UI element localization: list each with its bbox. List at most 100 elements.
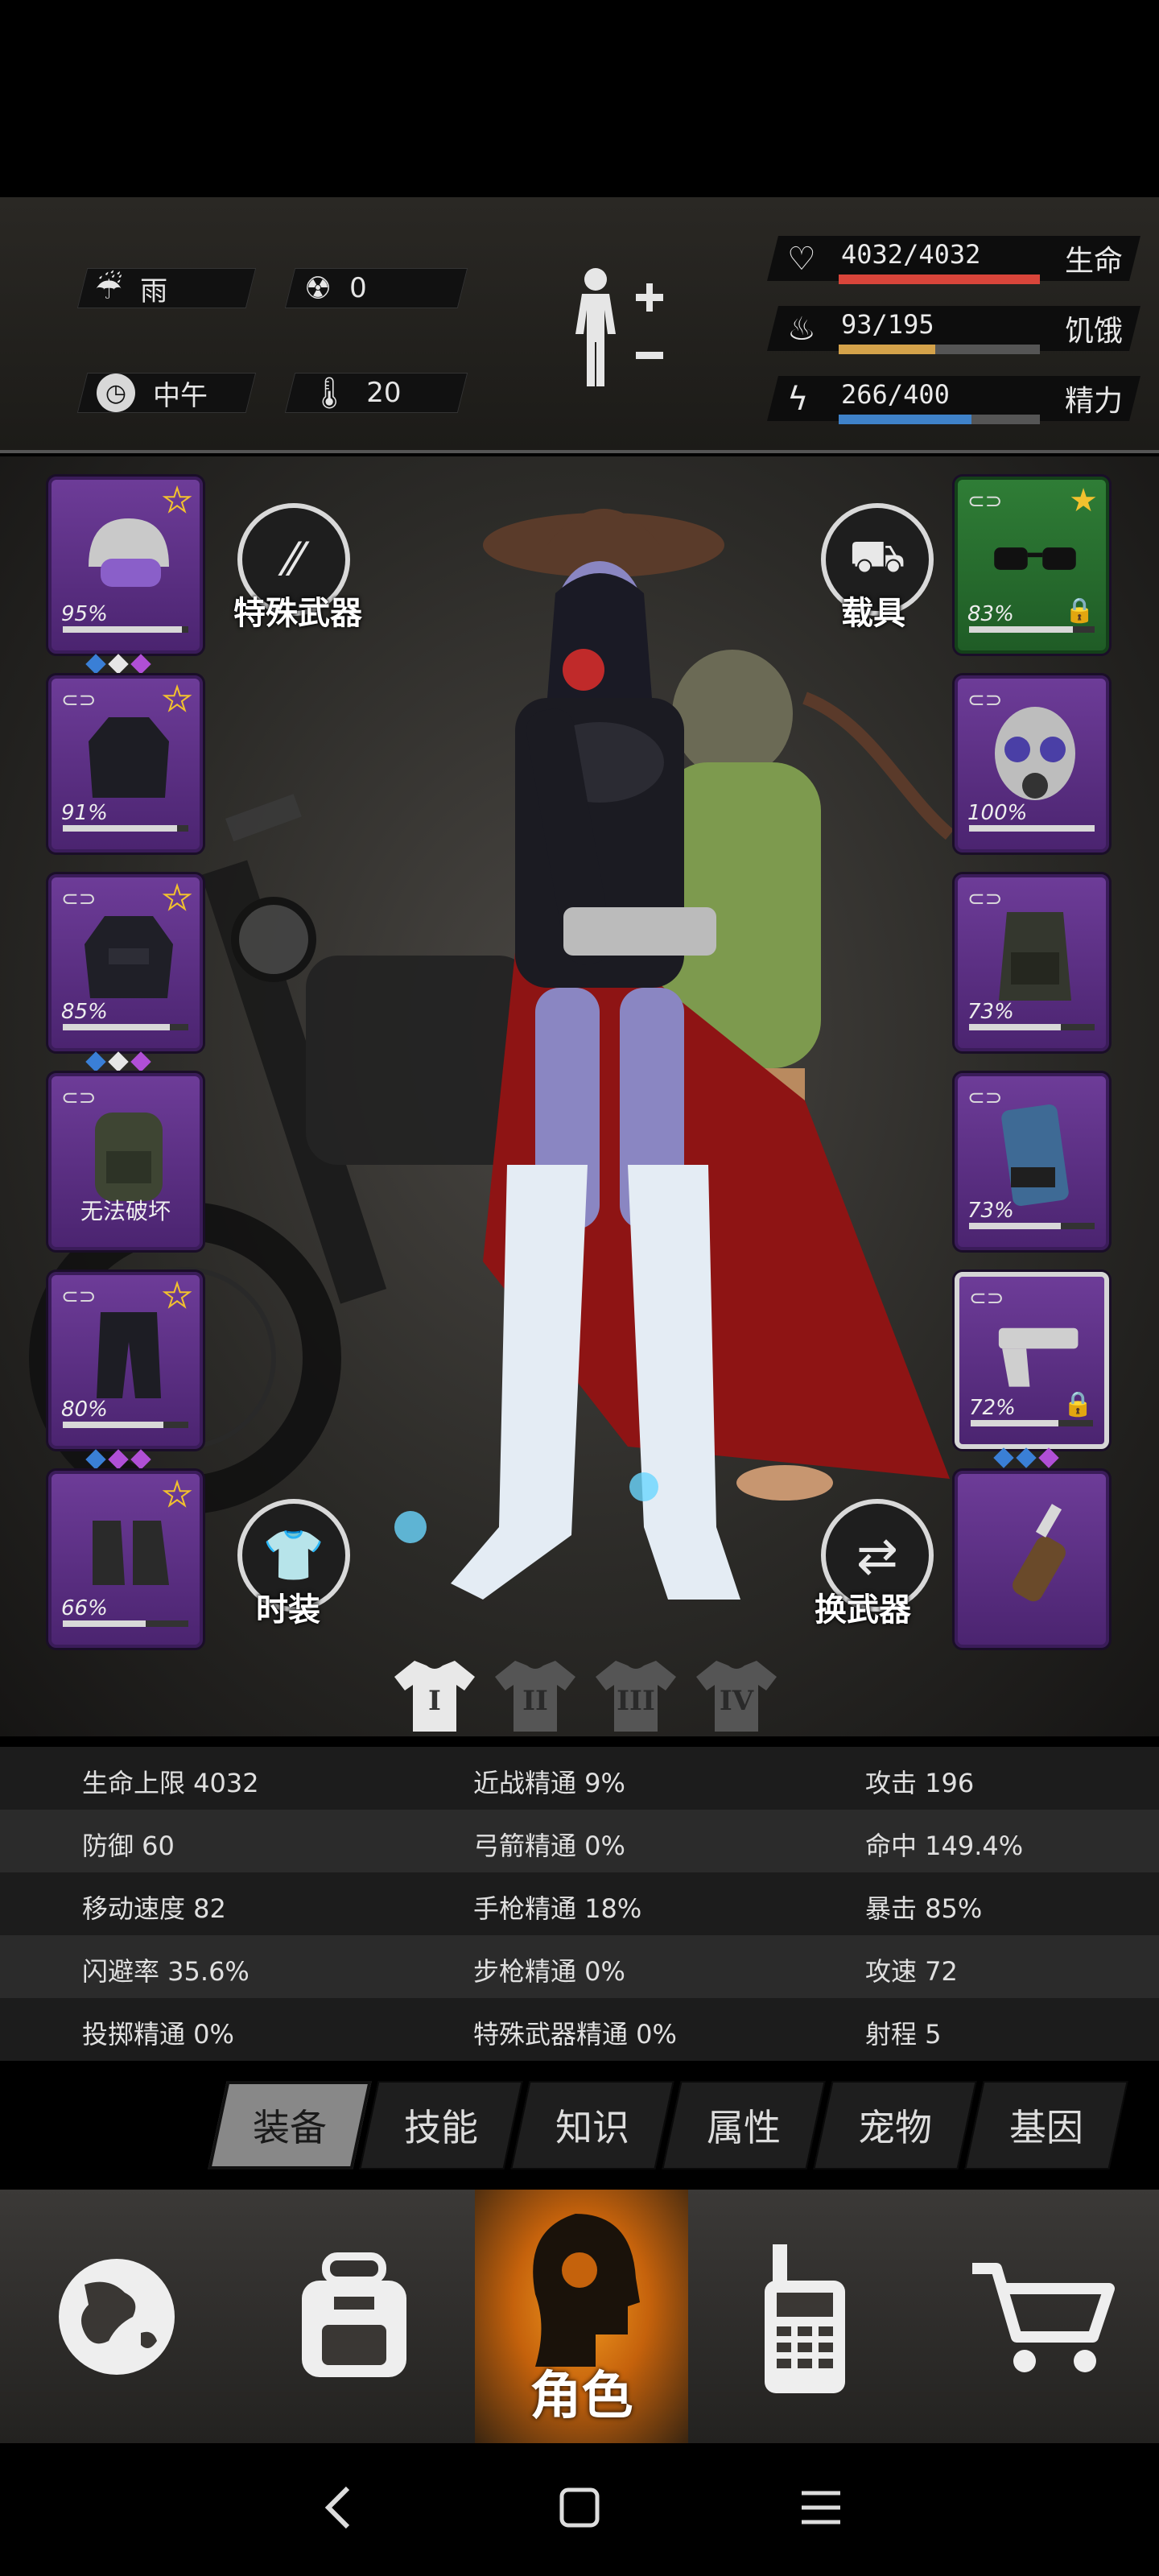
time-indicator[interactable]: ◷ 中午	[97, 373, 208, 413]
temperature-value: 20	[366, 377, 402, 409]
equip-slot-boots[interactable]: ★ 66%	[48, 1471, 203, 1648]
durability-percent: 73%	[967, 1199, 1014, 1223]
equip-slot-armband[interactable]: ⊂⊃ 73%	[955, 1073, 1109, 1250]
durability-bar	[969, 1223, 1095, 1229]
durability-bar-fill	[63, 1620, 146, 1627]
vital-energy[interactable]: ϟ 266/400 精力	[767, 369, 1140, 426]
thermometer-icon: 🌡	[310, 374, 349, 411]
gem-icon	[1016, 1447, 1037, 1468]
durability-bar	[969, 825, 1095, 832]
durability-bar-fill	[969, 1223, 1061, 1229]
walkie-talkie-icon	[765, 2244, 845, 2393]
body-status-button[interactable]	[559, 262, 672, 390]
equip-slot-pistol[interactable]: ⊂⊃ 72% 🔒	[955, 1272, 1109, 1468]
stats-row: 生命上限 4032 近战精通 9% 攻击 196	[0, 1747, 1159, 1810]
system-menu-button[interactable]	[789, 2475, 853, 2540]
weather-label: 雨	[140, 275, 168, 308]
bullets-icon: ⁄⁄	[286, 533, 302, 586]
stat-value: 投掷精通 0%	[82, 2019, 234, 2050]
stat-value: 防御 60	[82, 1831, 175, 1861]
vital-hunger[interactable]: ♨ 93/195 饥饿	[767, 299, 1140, 356]
stat-value: 特殊武器精通 0%	[473, 2019, 677, 2050]
equip-slot-gas-mask[interactable]: ⊂⊃ 100%	[955, 675, 1109, 852]
equip-slot-molotov[interactable]	[955, 1471, 1109, 1648]
stat-value: 近战精通 9%	[473, 1768, 625, 1798]
stats-row: 移动速度 82 手枪精通 18% 暴击 85%	[0, 1872, 1159, 1935]
durability-bar-fill	[63, 1422, 163, 1428]
nav-shop-button[interactable]	[922, 2190, 1159, 2443]
durability-bar-fill	[63, 626, 183, 633]
radiation-indicator[interactable]: ☢ 0	[304, 268, 367, 308]
durability-bar	[63, 626, 188, 633]
stat-value: 闪避率 35.6%	[82, 1956, 250, 1987]
outfit-tab-1[interactable]: I	[390, 1654, 479, 1735]
energy-label: 精力	[1065, 385, 1124, 418]
coat-icon	[80, 908, 177, 1005]
jacket-icon	[80, 709, 177, 806]
equipment-area: ★ 95% ⊂⊃ ★ 91% ⊂⊃ ★ 85% ⊂⊃ 无法破坏 ⊂⊃ ★ 80% ★ 66% ⊂⊃ ★ 83% 🔒…	[0, 456, 1159, 1736]
tab-label: 属性	[707, 2106, 781, 2149]
nav-inventory-button[interactable]	[233, 2190, 475, 2443]
tab-label: 宠物	[858, 2106, 932, 2149]
equip-slot-glasses[interactable]: ⊂⊃ ★ 83% 🔒	[955, 477, 1109, 654]
tshirt-icon: 👕	[262, 1525, 325, 1584]
durability-percent: 100%	[967, 801, 1028, 825]
gem-icon	[993, 1447, 1014, 1468]
outfit-numeral: III	[617, 1685, 655, 1717]
durability-bar	[63, 1620, 188, 1627]
temperature-indicator[interactable]: 🌡 20	[310, 373, 402, 413]
durability-bar-fill	[969, 626, 1074, 633]
outfit-tab-4[interactable]: IV	[692, 1654, 781, 1735]
equip-slot-jacket[interactable]: ⊂⊃ ★ 91%	[48, 675, 203, 852]
switch-weapon-label: 换武器	[815, 1591, 911, 1629]
durability-bar	[63, 1024, 188, 1030]
stat-value: 生命上限 4032	[82, 1768, 259, 1798]
gem-icon	[85, 1449, 106, 1470]
durability-bar	[971, 1420, 1093, 1426]
outfit-tab-2[interactable]: II	[491, 1654, 580, 1735]
cart-icon	[971, 2262, 1115, 2372]
durability-percent: 85%	[61, 1000, 108, 1024]
system-back-button[interactable]	[306, 2475, 370, 2540]
equip-slot-pants[interactable]: ⊂⊃ ★ 80%	[48, 1272, 203, 1470]
time-label: 中午	[153, 379, 208, 412]
stat-value: 攻速 72	[865, 1956, 958, 1987]
outfit-tab-3[interactable]: III	[592, 1654, 680, 1735]
backpack-icon	[302, 2252, 406, 2377]
gem-icon	[130, 654, 151, 675]
radiation-icon: ☢	[304, 270, 332, 306]
health-bar-fill	[839, 275, 1040, 284]
stat-value: 手枪精通 18%	[473, 1893, 642, 1924]
pistol-icon	[988, 1307, 1085, 1404]
gem-icon	[85, 1051, 106, 1072]
vital-health[interactable]: ♡ 4032/4032 生命	[767, 229, 1140, 286]
gem-icon	[108, 1449, 129, 1470]
durability-percent: 66%	[61, 1596, 108, 1620]
stats-row: 投掷精通 0% 特殊武器精通 0% 射程 5	[0, 1998, 1159, 2061]
equip-slot-helmet[interactable]: ★ 95%	[48, 477, 203, 675]
outfit-numeral: IV	[719, 1685, 754, 1717]
gem-icon	[1038, 1447, 1059, 1468]
stat-value: 命中 149.4%	[865, 1831, 1024, 1861]
gem-icon	[108, 654, 129, 675]
weather-indicator[interactable]: ☔ 雨	[95, 268, 167, 308]
stat-value: 攻击 196	[865, 1768, 975, 1798]
nav-world-button[interactable]	[0, 2190, 233, 2443]
equip-slot-coat[interactable]: ⊂⊃ ★ 85%	[48, 874, 203, 1072]
armband-icon	[987, 1104, 1083, 1206]
energy-value: 266/400	[841, 379, 950, 410]
durability-bar	[969, 1024, 1095, 1030]
stat-value: 移动速度 82	[82, 1893, 226, 1924]
system-home-button[interactable]	[547, 2475, 612, 2540]
bottom-nav: 角色	[0, 2190, 1159, 2443]
nav-character-button[interactable]: 角色	[475, 2190, 688, 2443]
vest-icon	[987, 908, 1083, 1005]
gem-icon	[130, 1449, 151, 1470]
nav-radio-button[interactable]	[688, 2190, 922, 2443]
boots-icon	[80, 1505, 177, 1601]
health-bar	[839, 275, 1040, 284]
hunger-label: 饥饿	[1065, 315, 1124, 348]
equip-slot-vest[interactable]: ⊂⊃ 73%	[955, 874, 1109, 1051]
gem-sockets	[85, 1051, 151, 1072]
equip-slot-backpack[interactable]: ⊂⊃ 无法破坏	[48, 1073, 203, 1250]
